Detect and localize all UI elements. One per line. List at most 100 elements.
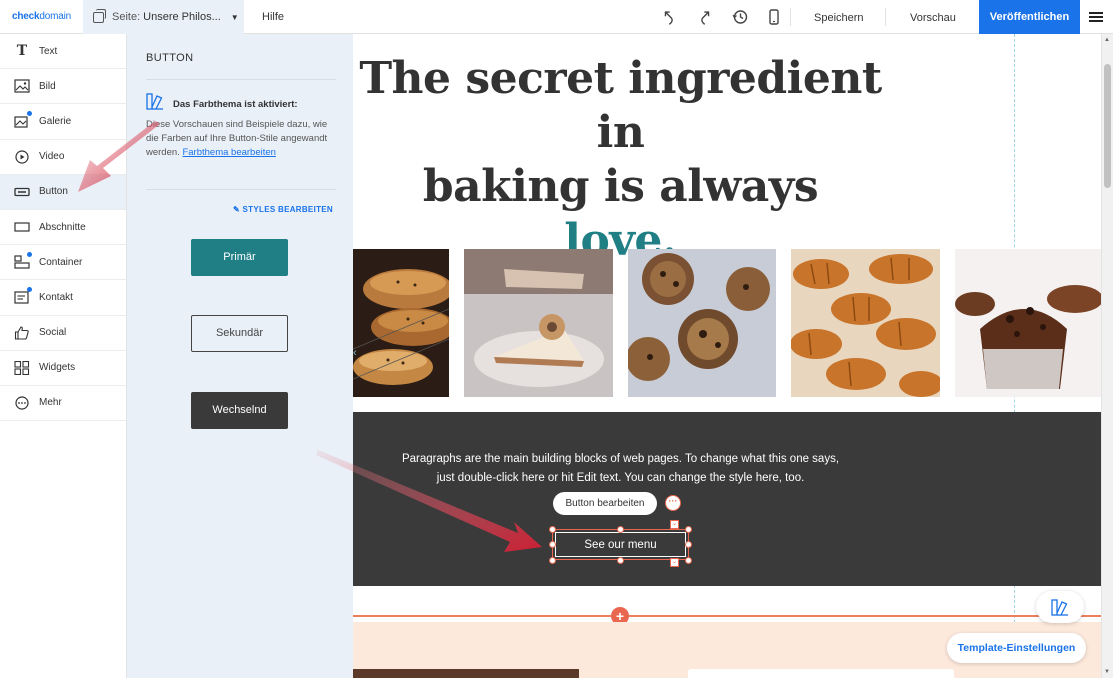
more-options-icon[interactable]: ··· (665, 495, 681, 511)
hero-line: The secret ingredient in (359, 53, 882, 158)
sidebar-item-label: Mehr (39, 397, 62, 409)
theme-description: Diese Vorschauen sind Beispiele dazu, wi… (146, 118, 341, 160)
edit-color-theme-link[interactable]: Farbthema bearbeiten (182, 147, 275, 158)
widgets-icon (14, 360, 30, 375)
alternate-button-style[interactable]: Wechselnd (191, 392, 288, 429)
see-menu-button[interactable]: See our menu (555, 532, 686, 557)
chevron-down-icon[interactable]: ⌄ (670, 520, 679, 529)
hamburger-menu-icon[interactable] (1089, 12, 1103, 22)
caret-down-icon: ▼ (230, 12, 239, 22)
logo-text-right: domain (39, 11, 71, 22)
scroll-down-icon[interactable]: ▼ (1104, 669, 1110, 675)
toolbar-divider (790, 8, 791, 26)
page-selector[interactable]: Seite: Unsere Philos... ▼ (83, 0, 244, 34)
color-theme-icon (146, 93, 163, 110)
resize-handle[interactable] (617, 557, 624, 564)
secondary-button-style[interactable]: Sekundär (191, 315, 288, 352)
resize-handle[interactable] (685, 526, 692, 533)
button-panel: BUTTON Das Farbthema ist aktiviert: Dies… (127, 34, 353, 678)
pencil-icon: ✎ (233, 205, 243, 214)
sidebar-item-sections[interactable]: Abschnitte (0, 210, 126, 246)
sidebar-item-label: Video (39, 151, 65, 163)
new-badge-dot (27, 111, 32, 117)
paragraph-text[interactable]: Paragraphs are the main building blocks … (353, 450, 888, 488)
sidebar-item-label: Text (39, 45, 58, 57)
sidebar-item-gallery[interactable]: Galerie (0, 104, 126, 140)
template-settings-button[interactable]: Template-Einstellungen (947, 633, 1086, 663)
sidebar-item-label: Bild (39, 80, 56, 92)
hero-line: baking is always (422, 161, 819, 212)
video-icon (15, 150, 29, 164)
gallery-photo-cookies[interactable] (628, 249, 776, 397)
edit-styles-link[interactable]: ✎ STYLES BEARBEITEN (233, 205, 333, 214)
sidebar-item-label: Button (39, 186, 68, 198)
section-icon (14, 222, 30, 232)
divider (146, 79, 336, 80)
gallery-photo-cheesecake[interactable] (464, 249, 613, 397)
hero-heading[interactable]: The secret ingredient in baking is alway… (353, 52, 888, 268)
new-badge-dot (27, 287, 32, 293)
section-insert-line (353, 615, 1101, 617)
more-icon (15, 396, 29, 410)
publish-button[interactable]: Veröffentlichen (979, 0, 1080, 34)
history-icon[interactable] (732, 9, 748, 25)
resize-handle[interactable] (549, 541, 556, 548)
canvas-scrollbar[interactable]: ▲ ▼ (1101, 34, 1113, 678)
gallery-prev-icon[interactable]: ‹ (353, 347, 357, 359)
resize-handle[interactable] (685, 557, 692, 564)
chevron-down-icon[interactable]: ⌄ (670, 558, 679, 567)
toolbar-divider (885, 8, 886, 26)
new-badge-dot (27, 252, 32, 258)
selected-cta-button[interactable]: See our menu (552, 529, 689, 560)
section-image[interactable] (353, 669, 579, 678)
checkdomain-logo[interactable]: checkdomain (12, 11, 71, 22)
gallery-icon (14, 111, 32, 129)
sidebar-item-more[interactable]: Mehr (0, 386, 126, 422)
preview-button[interactable]: Vorschau (910, 12, 956, 24)
resize-handle[interactable] (617, 526, 624, 533)
sidebar-item-social[interactable]: Social (0, 316, 126, 351)
dark-section: Paragraphs are the main building blocks … (353, 412, 1101, 586)
sidebar-item-label: Galerie (39, 115, 72, 127)
divider (146, 189, 336, 190)
save-button[interactable]: Speichern (814, 12, 864, 24)
logo-text-left: check (12, 11, 40, 22)
thumbs-up-icon (14, 326, 29, 340)
scroll-up-icon[interactable]: ▲ (1104, 37, 1110, 43)
sidebar-item-text[interactable]: T Text (0, 34, 126, 70)
sidebar-item-label: Widgets (39, 362, 76, 374)
pages-icon (93, 8, 106, 23)
undo-icon[interactable] (661, 9, 677, 25)
resize-handle[interactable] (685, 541, 692, 548)
help-link[interactable]: Hilfe (262, 11, 284, 23)
element-sidebar: T Text Bild Galerie Video Button Abschni… (0, 34, 127, 678)
sidebar-item-contact[interactable]: Kontakt (0, 280, 126, 316)
edit-button-pill[interactable]: Button bearbeiten (553, 492, 657, 515)
sidebar-item-image[interactable]: Bild (0, 69, 126, 105)
sidebar-item-widgets[interactable]: Widgets (0, 351, 126, 386)
image-icon (14, 79, 30, 93)
sidebar-item-label: Abschnitte (39, 221, 86, 233)
section-card[interactable] (688, 669, 954, 678)
top-bar: checkdomain Seite: Unsere Philos... ▼ Hi… (0, 0, 1113, 34)
resize-handle[interactable] (549, 557, 556, 564)
theme-heading: Das Farbthema ist aktiviert: (173, 99, 298, 110)
contact-icon (14, 287, 32, 305)
gallery-photo-muffins[interactable] (955, 249, 1101, 397)
primary-button-style[interactable]: Primär (191, 239, 288, 276)
container-icon (14, 252, 32, 269)
scroll-thumb[interactable] (1104, 64, 1111, 188)
theme-fab-button[interactable] (1036, 591, 1084, 623)
page-select-label: Seite: (112, 11, 141, 23)
sidebar-item-container[interactable]: Container (0, 245, 126, 281)
gallery-photo-bread[interactable] (353, 249, 449, 397)
sidebar-item-button[interactable]: Button (0, 174, 126, 210)
sidebar-item-label: Social (39, 327, 67, 339)
color-theme-icon (1051, 599, 1068, 616)
paragraph-line: just double-click here or hit Edit text.… (436, 472, 805, 484)
redo-icon[interactable] (697, 9, 713, 25)
mobile-view-icon[interactable] (766, 9, 782, 25)
sidebar-item-video[interactable]: Video (0, 140, 126, 175)
resize-handle[interactable] (549, 526, 556, 533)
gallery-photo-croissants[interactable] (791, 249, 940, 397)
